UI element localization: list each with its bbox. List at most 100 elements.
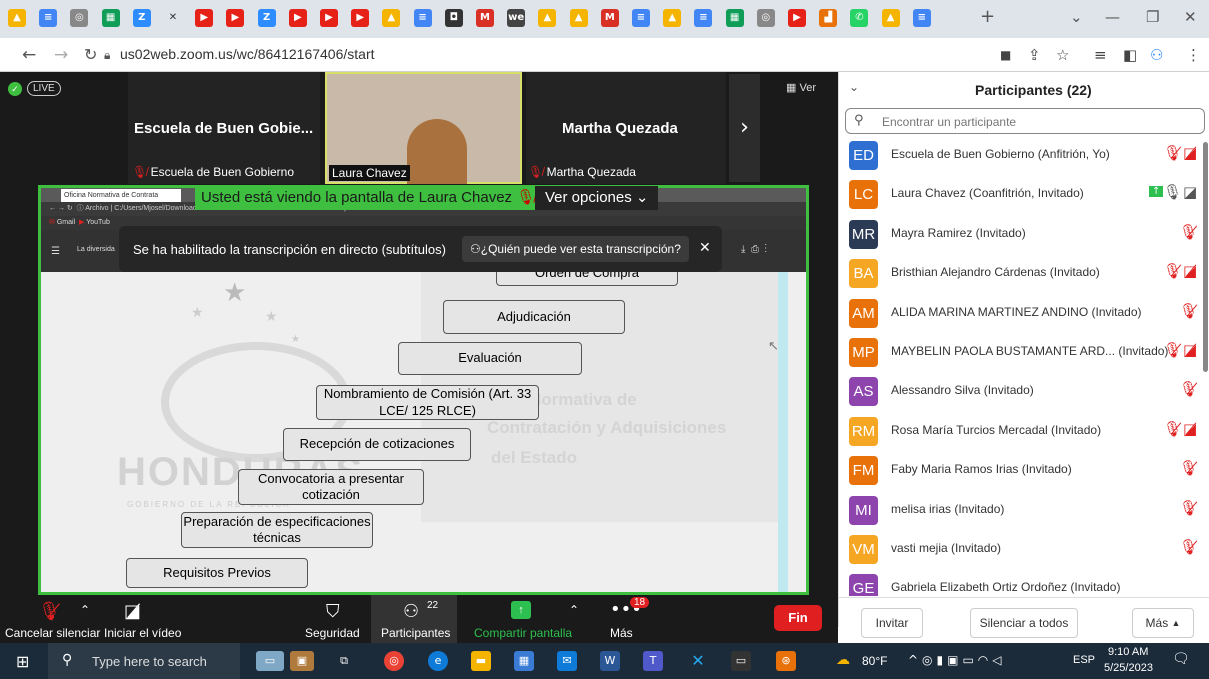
security-label[interactable]: Seguridad: [305, 626, 360, 640]
weather-icon[interactable]: ☁: [836, 652, 850, 668]
unmute-label[interactable]: Cancelar silenciar: [5, 626, 100, 640]
mic-muted-icon[interactable]: 🎙︎̸: [1179, 380, 1198, 398]
view-options-button[interactable]: Ver opciones ⌄: [535, 186, 659, 210]
share-icon[interactable]: ⇪: [1028, 46, 1041, 64]
mic-muted-icon[interactable]: 🎙︎̸: [1163, 341, 1182, 359]
youtube-icon[interactable]: ▶: [195, 9, 214, 27]
participant-row[interactable]: MI melisa irias (Invitado) 🎙︎̸: [839, 491, 1209, 530]
clock-date[interactable]: 5/25/2023: [1104, 662, 1153, 674]
docs-icon[interactable]: ≡: [632, 9, 650, 27]
video-off-icon[interactable]: ◪̸: [1183, 341, 1197, 359]
video-tile[interactable]: Escuela de Buen Gobie... 🎙︎̸ Escuela de …: [128, 72, 320, 184]
close-window-button[interactable]: ✕: [1184, 8, 1197, 26]
minimize-button[interactable]: —: [1105, 8, 1120, 26]
chrome-icon[interactable]: ◎: [70, 9, 89, 27]
forward-button[interactable]: →: [54, 45, 68, 65]
chevron-down-icon[interactable]: ⌄: [1070, 8, 1083, 26]
shield-icon[interactable]: ⛉: [326, 601, 340, 622]
participant-row[interactable]: GE Gabriela Elizabeth Ortiz Ordoñez (Invi…: [839, 569, 1209, 596]
docs-icon[interactable]: ≡: [39, 9, 58, 27]
maximize-button[interactable]: ❐: [1146, 8, 1159, 26]
docs-icon[interactable]: ≡: [912, 9, 931, 27]
reload-button[interactable]: ↻: [84, 45, 97, 64]
sheets-icon[interactable]: ▦: [725, 9, 744, 27]
gmail-icon[interactable]: M: [476, 9, 494, 27]
mic-icon[interactable]: 🎙︎: [1163, 183, 1182, 201]
participant-row[interactable]: AM ALIDA MARINA MARTINEZ ANDINO (Invitado…: [839, 294, 1209, 333]
participant-row[interactable]: BA Bristhian Alejandro Cárdenas (Invitado…: [839, 254, 1209, 293]
share-screen-label[interactable]: Compartir pantalla: [474, 626, 572, 640]
side-panel-icon[interactable]: ◧: [1123, 46, 1137, 64]
mic-muted-icon[interactable]: 🎙︎̸: [1179, 459, 1198, 477]
youtube-icon[interactable]: ▶: [788, 9, 806, 27]
end-meeting-button[interactable]: Fin: [774, 605, 822, 631]
video-off-icon[interactable]: ◪̸: [1183, 262, 1197, 280]
we-icon[interactable]: we: [507, 9, 526, 27]
drive-icon[interactable]: ▲: [569, 9, 588, 27]
drive-icon[interactable]: ▲: [382, 9, 401, 27]
menu-kebab-icon[interactable]: ⋮: [1186, 46, 1201, 64]
close-icon[interactable]: ✕: [699, 240, 711, 256]
video-off-icon[interactable]: ◪̸: [124, 601, 141, 622]
clock-time[interactable]: 9:10 AM: [1108, 646, 1148, 658]
mic-muted-icon[interactable]: 🎙︎̸: [1163, 420, 1182, 438]
video-off-icon[interactable]: ◪̸: [1183, 144, 1197, 162]
mail-icon[interactable]: ✉: [557, 651, 577, 671]
zoom-icon[interactable]: Z: [257, 9, 276, 27]
live-badge[interactable]: LIVE: [27, 81, 61, 96]
mic-muted-icon[interactable]: 🎙︎̸: [1179, 223, 1198, 241]
new-tab-button[interactable]: +: [980, 6, 995, 27]
mic-muted-icon[interactable]: 🎙︎̸: [38, 601, 61, 622]
word-icon[interactable]: W: [600, 651, 620, 671]
video-icon[interactable]: ◪: [1183, 183, 1197, 201]
app-icon[interactable]: ◘: [444, 9, 463, 27]
bookmark-star-icon[interactable]: ☆: [1056, 46, 1069, 64]
participant-row[interactable]: ED Escuela de Buen Gobierno (Anfitrión, Y…: [839, 136, 1209, 175]
briefcase-icon[interactable]: ▣: [290, 651, 314, 671]
drive-icon[interactable]: ▲: [663, 9, 682, 27]
language-indicator[interactable]: ESP: [1073, 654, 1095, 666]
invite-button[interactable]: Invitar: [861, 608, 923, 638]
search-highlight-icon[interactable]: ▭: [256, 651, 284, 671]
chevron-up-icon[interactable]: ⌃: [80, 603, 90, 617]
mic-muted-icon[interactable]: 🎙︎̸: [1163, 144, 1182, 162]
more-options-button[interactable]: Más ▲: [1132, 608, 1194, 638]
participant-search-input[interactable]: ⚲ Encontrar un participante: [845, 108, 1205, 134]
weather-temp[interactable]: 80°F: [862, 654, 887, 668]
windows-start-icon[interactable]: ⊞: [16, 652, 29, 671]
scrollbar[interactable]: [1203, 142, 1208, 372]
app-icon[interactable]: ⊛: [776, 651, 796, 671]
taskbar-search-box[interactable]: ⚲ Type here to search: [48, 643, 240, 679]
task-view-icon[interactable]: ⧉: [334, 651, 354, 671]
youtube-icon[interactable]: ▶: [288, 9, 307, 27]
drive-icon[interactable]: ▲: [538, 9, 557, 27]
youtube-icon[interactable]: ▶: [320, 9, 338, 27]
url-text[interactable]: us02web.zoom.us/wc/86412167406/start: [120, 46, 375, 62]
gmail-icon[interactable]: M: [600, 9, 619, 27]
video-tile[interactable]: Martha Quezada 🎙︎̸ Martha Quezada: [526, 72, 726, 184]
zoom-icon[interactable]: Z: [132, 9, 151, 27]
mic-muted-icon[interactable]: 🎙︎̸: [1179, 302, 1198, 320]
whatsapp-icon[interactable]: ✆: [850, 9, 869, 27]
mic-muted-icon[interactable]: 🎙︎̸: [1179, 499, 1198, 517]
participants-button[interactable]: ⚇ 22 Participantes: [371, 595, 457, 643]
drive-icon[interactable]: ▲: [881, 9, 900, 27]
store-icon[interactable]: ▦: [514, 651, 534, 671]
teams-icon[interactable]: T: [643, 651, 663, 671]
participant-row[interactable]: VM vasti mejia (Invitado) 🎙︎̸: [839, 530, 1209, 569]
mic-muted-icon[interactable]: 🎙︎̸: [1163, 262, 1182, 280]
profile-icon[interactable]: ⚇: [1150, 46, 1163, 64]
docs-icon[interactable]: ≡: [413, 9, 432, 27]
start-video-label[interactable]: Iniciar el vídeo: [104, 626, 181, 640]
participant-row[interactable]: AS Alessandro Silva (Invitado) 🎙︎̸: [839, 372, 1209, 411]
more-label[interactable]: Más: [610, 626, 633, 640]
next-page-button[interactable]: ›: [729, 74, 760, 182]
video-tile-active[interactable]: Laura Chavez: [325, 72, 522, 184]
notifications-icon[interactable]: 🗨︎: [1172, 651, 1190, 667]
back-button[interactable]: ←: [22, 45, 36, 65]
participant-row[interactable]: RM Rosa María Turcios Mercadal (Invitado)…: [839, 412, 1209, 451]
participant-row[interactable]: LC Laura Chavez (Coanfitrión, Invitado) ↑ 🎙…: [839, 175, 1209, 214]
terminal-icon[interactable]: ▭: [731, 651, 751, 671]
chrome-icon[interactable]: ◎: [384, 651, 404, 671]
mute-all-button[interactable]: Silenciar a todos: [970, 608, 1078, 638]
